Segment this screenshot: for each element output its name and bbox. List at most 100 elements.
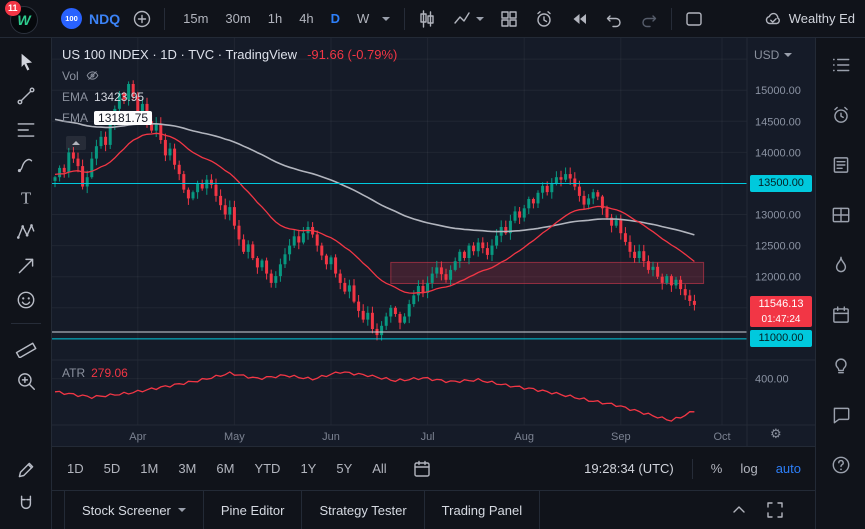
calendar-icon [832,306,849,323]
ruler-icon [15,342,36,358]
tool-measure[interactable] [7,330,45,364]
atr-value: 279.06 [91,366,128,380]
svg-text:400.00: 400.00 [755,374,789,386]
tool-cursor[interactable] [7,45,45,79]
right-sidebar [815,38,865,529]
ema1-label[interactable]: EMA [62,90,88,104]
chevron-down-icon [784,53,793,57]
fullscreen-icon[interactable] [765,500,785,520]
data-window-button[interactable] [819,190,863,240]
tool-brush[interactable] [7,147,45,181]
currency-selector[interactable]: USD [754,48,793,62]
svg-text:Jul: Jul [421,431,435,443]
chart-style-button[interactable] [414,6,440,32]
interval-dropdown[interactable] [379,14,393,24]
top-toolbar: W 11 100 NDQ 15m 30m 1h 4h D W Wealthy E… [0,0,865,38]
atr-label[interactable]: ATR [62,366,85,380]
interval-1h[interactable]: 1h [261,7,289,30]
tab-strategy-tester[interactable]: Strategy Tester [302,491,425,529]
go-to-date-button[interactable] [412,459,432,479]
tool-emoji[interactable] [7,283,45,317]
interval-1d[interactable]: D [324,7,347,30]
news-button[interactable] [819,140,863,190]
help-button[interactable] [819,440,863,490]
alerts-button[interactable] [819,90,863,140]
user-menu[interactable]: W 11 [5,0,40,34]
tool-xabcd-pattern[interactable] [7,215,45,249]
tool-forecast[interactable] [7,249,45,283]
interval-30m[interactable]: 30m [218,7,257,30]
ideas-button[interactable] [819,340,863,390]
range-5y[interactable]: 5Y [335,459,353,478]
undo-button[interactable] [601,6,627,32]
range-ytd[interactable]: YTD [253,459,281,478]
log-scale-button[interactable]: log [740,461,757,476]
cloud-check-icon [765,12,780,24]
last-price-tag: 11546.13 [750,296,812,314]
atr-legend: ATR 279.06 [62,366,128,380]
eye-hidden-icon[interactable] [85,69,100,82]
interval-15m[interactable]: 15m [176,7,215,30]
svg-text:13000.00: 13000.00 [755,210,801,222]
redo-button[interactable] [636,6,662,32]
create-alert-button[interactable] [531,6,557,32]
tool-zoom-in[interactable] [7,364,45,398]
range-1m[interactable]: 1M [139,459,159,478]
layout-icon [686,11,703,26]
tool-draw[interactable] [7,453,45,487]
tool-magnet[interactable] [7,487,45,521]
magnifier-zoom-icon [17,373,35,390]
legend-collapse-button[interactable] [66,136,86,150]
percent-scale-button[interactable]: % [711,461,723,476]
tool-trend-line[interactable] [7,79,45,113]
panel-collapse-chevron-icon[interactable] [729,500,749,520]
tab-label: Strategy Tester [319,502,407,518]
chart-title[interactable]: US 100 INDEX · 1D · TVC · TradingView [62,47,297,62]
auto-scale-button[interactable]: auto [776,461,801,476]
watchlist-button[interactable] [819,40,863,90]
range-3m[interactable]: 3M [177,459,197,478]
save-layout-button[interactable] [681,6,707,32]
utc-clock[interactable]: 19:28:34 (UTC) [584,461,674,476]
axis-settings-gear-icon[interactable]: ⚙ [770,427,782,442]
currency-label: USD [754,48,780,62]
volume-label[interactable]: Vol [62,69,79,83]
tool-text[interactable]: T [7,181,45,215]
svg-text:12500.00: 12500.00 [755,241,801,253]
news-icon [833,157,848,173]
tool-fib-retracement[interactable] [7,113,45,147]
svg-text:12000.00: 12000.00 [755,272,801,284]
ema2-label[interactable]: EMA [62,111,88,125]
trend-line-icon [16,87,35,105]
range-all[interactable]: All [371,459,387,478]
compare-add-button[interactable] [129,6,155,32]
tab-pine-editor[interactable]: Pine Editor [204,491,303,529]
chat-bubble-icon [833,407,849,424]
chart-type-dropdown[interactable] [449,6,487,32]
chart-legend: US 100 INDEX · 1D · TVC · TradingView -9… [62,44,397,150]
price-change: -91.66 (-0.79%) [307,47,398,62]
interval-4h[interactable]: 4h [292,7,320,30]
range-1d[interactable]: 1D [66,459,85,478]
separator [10,323,41,324]
tab-trading-panel[interactable]: Trading Panel [425,491,541,529]
range-5d[interactable]: 5D [103,459,122,478]
multichart-layout-button[interactable] [496,6,522,32]
separator [691,458,693,479]
calendar-button[interactable] [819,290,863,340]
symbol-logo: 100 [61,8,82,29]
svg-text:Sep: Sep [611,431,631,443]
svg-text:14000.00: 14000.00 [755,147,801,159]
hotlists-button[interactable] [819,240,863,290]
tab-stock-screener[interactable]: Stock Screener [64,491,204,529]
chevron-down-icon [476,16,485,21]
chart-column: Apr May Jun Jul Aug Sep Oct 15000.00 14500.00 140… [52,38,815,529]
symbol-search-button[interactable]: 100 NDQ [61,8,120,29]
cloud-save-status[interactable]: Wealthy Ed [763,9,855,29]
bar-replay-button[interactable] [566,6,592,32]
public-chat-button[interactable] [819,390,863,440]
interval-1w[interactable]: W [350,7,376,30]
range-6m[interactable]: 6M [215,459,235,478]
svg-text:Aug: Aug [514,431,534,443]
range-1y[interactable]: 1Y [299,459,317,478]
